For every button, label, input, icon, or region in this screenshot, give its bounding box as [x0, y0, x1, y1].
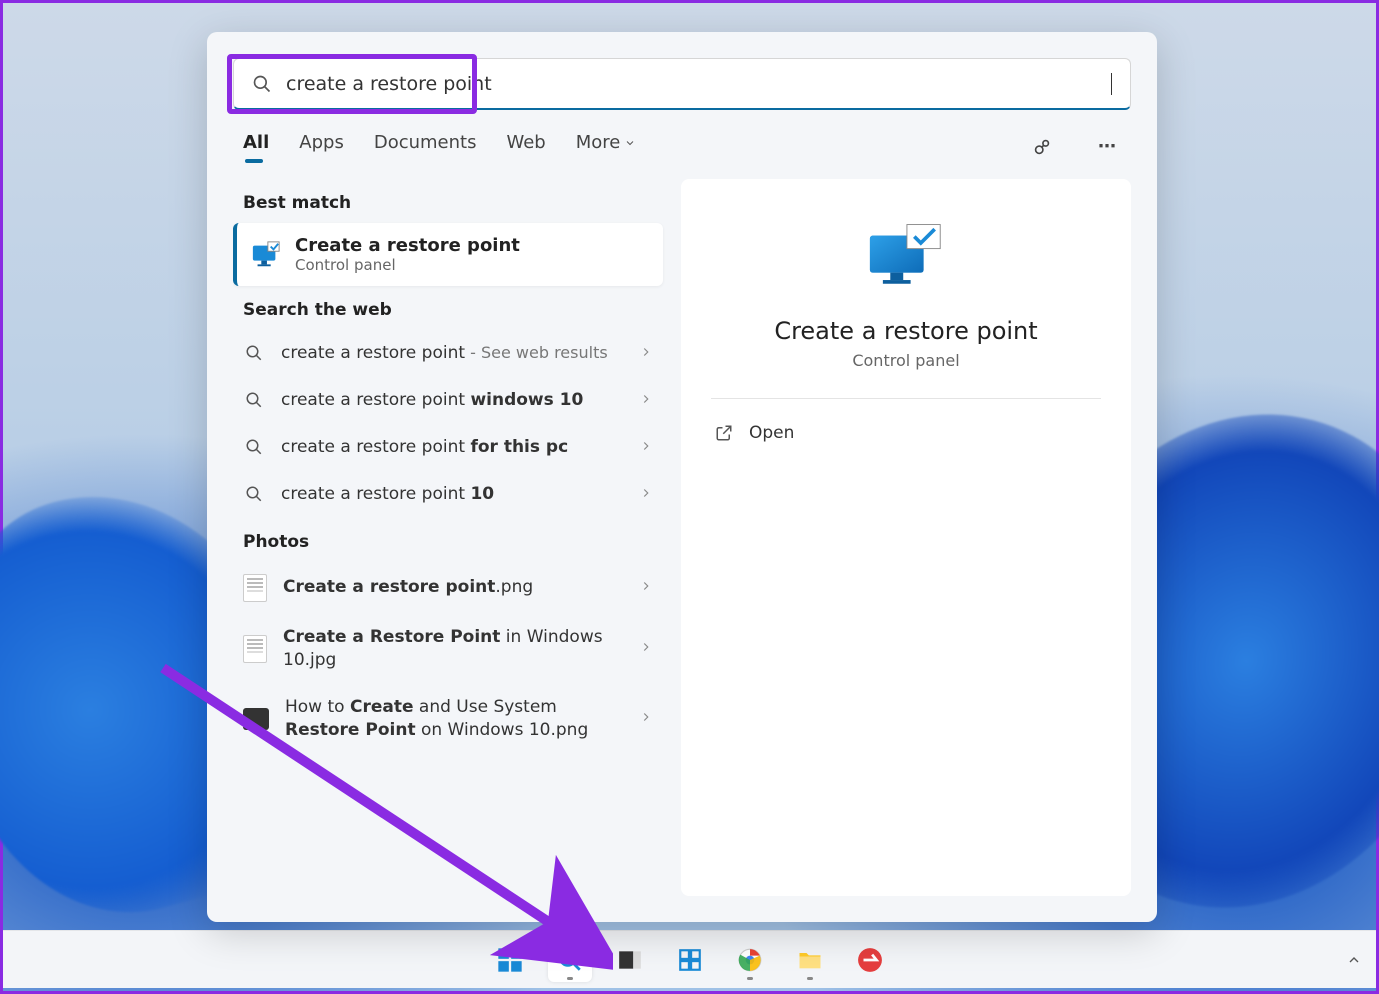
open-label: Open	[749, 423, 794, 443]
chevron-right-icon	[639, 344, 653, 363]
tab-more[interactable]: More	[576, 132, 637, 161]
chevron-right-icon	[639, 578, 653, 597]
detail-title: Create a restore point	[774, 317, 1037, 345]
photos-header: Photos	[243, 532, 653, 552]
search-icon	[243, 485, 265, 503]
results-column: Best match Create a restore point Contro…	[233, 179, 663, 896]
widgets-button[interactable]	[668, 938, 712, 982]
result-text: create a restore point - See web results	[281, 342, 623, 365]
best-match-subtitle: Control panel	[295, 256, 520, 274]
chevron-right-icon	[639, 639, 653, 658]
explorer-button[interactable]	[788, 938, 832, 982]
start-button[interactable]	[488, 938, 532, 982]
result-text: create a restore point windows 10	[281, 389, 623, 412]
detail-pane: Create a restore point Control panel Ope…	[681, 179, 1131, 896]
result-text: Create a Restore Point in Windows 10.jpg	[283, 626, 623, 672]
file-icon	[243, 574, 267, 602]
search-icon	[252, 74, 272, 94]
chevron-right-icon	[639, 485, 653, 504]
monitor-check-icon	[864, 219, 948, 293]
search-filter-icon[interactable]	[1029, 134, 1055, 160]
photo-result[interactable]: How to Create and Use System Restore Poi…	[233, 684, 663, 754]
result-text: create a restore point 10	[281, 483, 623, 506]
result-text: create a restore point for this pc	[281, 436, 623, 459]
web-result[interactable]: create a restore point for this pc	[233, 424, 663, 471]
photo-result[interactable]: Create a restore point.png	[233, 562, 663, 614]
more-options-icon[interactable]: ⋯	[1095, 134, 1121, 160]
tab-more-label: More	[576, 132, 621, 153]
chevron-right-icon	[639, 709, 653, 728]
filter-tabs: All Apps Documents Web More ⋯	[243, 132, 1121, 161]
web-result[interactable]: create a restore point - See web results	[233, 330, 663, 377]
taskbar	[3, 930, 1376, 988]
separator	[711, 398, 1101, 399]
file-icon	[243, 708, 269, 730]
photo-result[interactable]: Create a Restore Point in Windows 10.jpg	[233, 614, 663, 684]
open-icon	[715, 424, 733, 442]
search-bar-container: create a restore point	[233, 58, 1131, 110]
app-button[interactable]	[848, 938, 892, 982]
search-icon	[243, 438, 265, 456]
web-header: Search the web	[243, 300, 653, 320]
chevron-right-icon	[639, 438, 653, 457]
system-tray[interactable]	[1346, 952, 1362, 968]
chevron-down-icon	[624, 137, 636, 149]
tab-apps[interactable]: Apps	[299, 132, 344, 161]
result-text: How to Create and Use System Restore Poi…	[285, 696, 623, 742]
chrome-button[interactable]	[728, 938, 772, 982]
search-button[interactable]	[548, 938, 592, 982]
chevron-up-icon	[1346, 952, 1362, 968]
result-text: Create a restore point.png	[283, 576, 623, 599]
monitor-icon	[251, 240, 281, 270]
start-search-flyout: create a restore point All Apps Document…	[207, 32, 1157, 922]
tab-documents[interactable]: Documents	[374, 132, 477, 161]
tab-web[interactable]: Web	[506, 132, 545, 161]
search-icon	[243, 391, 265, 409]
best-match-title: Create a restore point	[295, 235, 520, 256]
web-result[interactable]: create a restore point windows 10	[233, 377, 663, 424]
best-match-result[interactable]: Create a restore point Control panel	[233, 223, 663, 286]
search-icon	[243, 344, 265, 362]
search-query-text: create a restore point	[286, 73, 1110, 95]
detail-subtitle: Control panel	[852, 351, 959, 370]
file-icon	[243, 635, 267, 663]
tab-all[interactable]: All	[243, 132, 269, 161]
taskview-button[interactable]	[608, 938, 652, 982]
chevron-right-icon	[639, 391, 653, 410]
open-action[interactable]: Open	[711, 411, 1101, 455]
web-result[interactable]: create a restore point 10	[233, 471, 663, 518]
best-match-header: Best match	[243, 193, 653, 213]
search-input[interactable]: create a restore point	[233, 58, 1131, 110]
